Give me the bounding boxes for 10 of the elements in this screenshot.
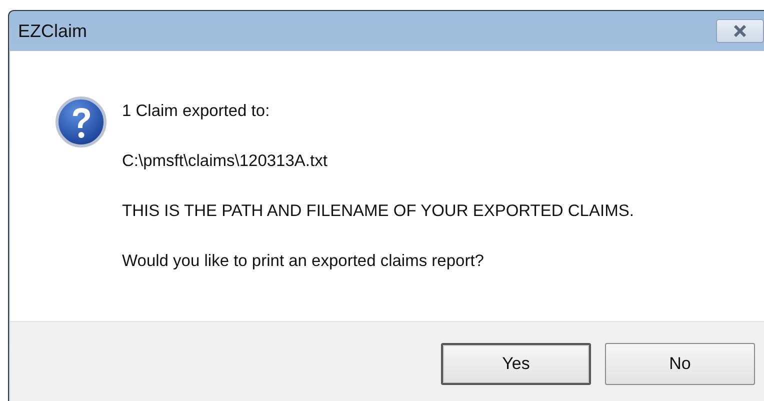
window-title: EZClaim <box>18 20 88 42</box>
close-icon <box>732 25 748 37</box>
close-button[interactable] <box>716 19 764 43</box>
message-text: Would you like to print an exported claims report? <box>122 251 485 271</box>
yes-button[interactable]: Yes <box>441 343 591 385</box>
message-text: 1 Claim exported to: <box>122 101 271 121</box>
question-icon <box>55 96 107 148</box>
message-text: C:\pmsft\claims\120313A.txt <box>122 151 328 171</box>
no-button[interactable]: No <box>605 343 755 385</box>
message-text: THIS IS THE PATH AND FILENAME OF YOUR EXPORTED CLAIMS. <box>122 201 634 221</box>
